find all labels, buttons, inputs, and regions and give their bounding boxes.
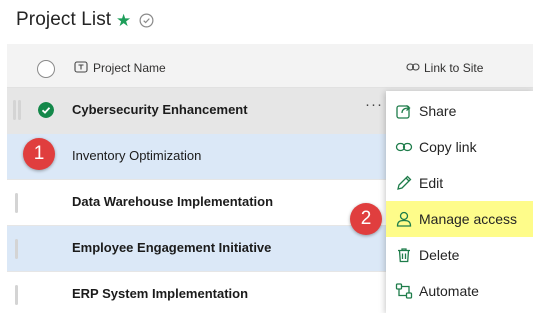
menu-item-label: Automate xyxy=(419,283,479,299)
flow-icon xyxy=(395,283,413,299)
list-header: Project Name Link to Site xyxy=(7,44,533,88)
drag-handle[interactable] xyxy=(18,100,21,120)
menu-item-label: Copy link xyxy=(419,139,477,155)
link-icon xyxy=(395,142,413,152)
select-all-checkbox[interactable] xyxy=(37,60,55,78)
menu-item-manage-access[interactable]: Manage access xyxy=(386,201,533,237)
context-menu: Share Copy link Edit Manage access Delet… xyxy=(386,91,533,313)
row-project-name[interactable]: Data Warehouse Implementation xyxy=(72,194,273,209)
drag-handle[interactable] xyxy=(15,193,18,213)
star-icon[interactable]: ★ xyxy=(116,9,131,33)
menu-item-label: Share xyxy=(419,103,457,119)
row-selected-check-icon[interactable] xyxy=(38,102,54,118)
link-icon xyxy=(406,63,420,71)
row-project-name[interactable]: Employee Engagement Initiative xyxy=(72,240,271,255)
check-circle-icon[interactable] xyxy=(139,13,154,28)
menu-item-label: Delete xyxy=(419,247,460,263)
trash-icon xyxy=(398,248,410,263)
menu-item-share[interactable]: Share xyxy=(386,93,533,129)
menu-item-label: Edit xyxy=(419,175,444,191)
title-bar: Project List ★ xyxy=(0,0,533,44)
text-field-icon xyxy=(74,61,88,73)
menu-item-label: Manage access xyxy=(419,211,518,227)
drag-handle[interactable] xyxy=(15,285,18,305)
callout-badge-1: 1 xyxy=(23,138,55,170)
column-header-link-to-site[interactable]: Link to Site xyxy=(424,61,483,75)
share-icon xyxy=(396,105,411,119)
column-header-project-name[interactable]: Project Name xyxy=(93,61,166,75)
page-title: Project List xyxy=(16,9,112,30)
person-icon xyxy=(396,211,412,227)
row-project-name[interactable]: ERP System Implementation xyxy=(72,286,248,301)
callout-badge-2: 2 xyxy=(350,203,382,235)
menu-item-delete[interactable]: Delete xyxy=(386,237,533,273)
menu-item-copy-link[interactable]: Copy link xyxy=(386,129,533,165)
menu-item-edit[interactable]: Edit xyxy=(386,165,533,201)
pencil-icon xyxy=(397,175,412,190)
menu-item-automate[interactable]: Automate xyxy=(386,273,533,309)
drag-handle[interactable] xyxy=(15,239,18,259)
row-project-name[interactable]: Inventory Optimization xyxy=(72,148,201,163)
drag-handle[interactable] xyxy=(13,100,16,120)
row-project-name[interactable]: Cybersecurity Enhancement xyxy=(72,102,248,117)
more-actions-icon[interactable]: ··· xyxy=(365,96,383,113)
